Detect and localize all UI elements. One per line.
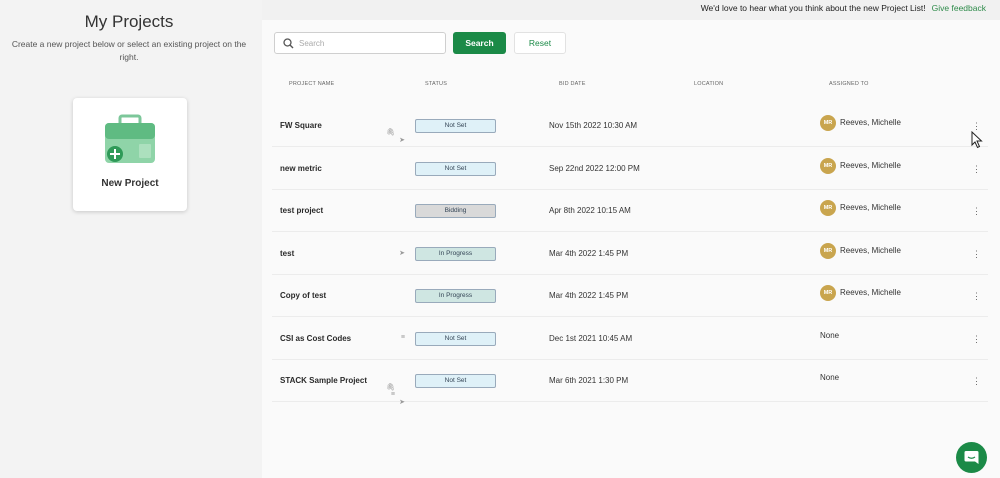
project-name[interactable]: STACK Sample Project — [280, 376, 367, 385]
paperclip-icon-glyph: 🖇 — [386, 384, 397, 391]
send-icon-glyph: ➤ — [399, 137, 407, 144]
table-row[interactable]: test send-icon➤ In Progress Mar 4th 2022 1:… — [272, 234, 988, 275]
search-input[interactable] — [299, 35, 439, 51]
column-header-location[interactable]: LOCATION — [694, 81, 723, 87]
page-title: My Projects — [84, 12, 174, 31]
project-icons: send-icon➤ — [377, 249, 407, 257]
new-project-label: New Project — [101, 178, 159, 189]
assignee-name: None — [820, 373, 840, 382]
mouse-cursor-icon — [971, 131, 983, 149]
assignee-name: Reeves, Michelle — [840, 118, 901, 127]
assignee-name: Reeves, Michelle — [840, 160, 901, 170]
avatar: MR — [820, 200, 836, 216]
table-row[interactable]: Copy of test In Progress Mar 4th 2022 1:45… — [272, 277, 988, 317]
status-badge: Not Set — [415, 119, 496, 133]
paperclip-icon-glyph: 🖇 — [386, 129, 397, 136]
give-feedback-link[interactable]: Give feedback — [932, 3, 986, 13]
briefcase-plus-icon — [105, 114, 155, 163]
chat-bubble-icon — [964, 451, 979, 464]
project-icons: list-icon≡ — [377, 334, 407, 341]
project-name[interactable]: CSI as Cost Codes — [280, 334, 351, 343]
project-name[interactable]: FW Square — [280, 121, 322, 130]
project-name[interactable]: new metric — [280, 164, 322, 173]
assignee-name: Reeves, Michelle — [840, 245, 901, 255]
feedback-message: We'd love to hear what you think about t… — [700, 3, 926, 13]
search-icon — [283, 38, 294, 49]
status-badge: Not Set — [415, 374, 496, 388]
sidebar-subtitle: Create a new project below or select an … — [11, 39, 247, 62]
list-icon-glyph: ≡ — [400, 333, 407, 341]
avatar: MR — [820, 242, 836, 259]
assignee-name: Reeves, Michelle — [840, 203, 901, 212]
more-options-icon[interactable]: ⋮ — [972, 289, 981, 303]
table-row[interactable]: FW Square paperclip-icon🖇send-icon➤ Not Se… — [272, 107, 988, 147]
avatar: MR — [820, 115, 836, 131]
table-row[interactable]: CSI as Cost Codes list-icon≡ Not Set Dec 1s… — [272, 319, 988, 360]
reset-button[interactable]: Reset — [514, 32, 566, 54]
new-project-card[interactable]: New Project — [73, 98, 187, 211]
avatar: MR — [820, 285, 836, 301]
more-options-icon[interactable]: ⋮ — [972, 204, 981, 218]
assignee-name: Reeves, Michelle — [840, 288, 901, 297]
status-badge: In Progress — [415, 246, 496, 261]
bid-date: Dec 1st 2021 10:45 AM — [549, 333, 633, 343]
bid-date: Mar 6th 2021 1:30 PM — [549, 376, 629, 385]
status-badge: Not Set — [415, 331, 496, 346]
list-icon-glyph: ≡ — [390, 391, 397, 398]
more-options-icon[interactable]: ⋮ — [972, 332, 981, 346]
search-box — [274, 32, 446, 54]
assignee-name: None — [820, 330, 840, 340]
bid-date: Nov 15th 2022 10:30 AM — [549, 121, 638, 130]
status-badge: In Progress — [415, 289, 496, 303]
more-options-icon[interactable]: ⋮ — [972, 247, 981, 261]
avatar: MR — [820, 157, 836, 174]
project-icons: paperclip-icon🖇send-icon➤ — [377, 121, 407, 144]
more-options-icon[interactable]: ⋮ — [972, 374, 981, 388]
bid-date: Sep 22nd 2022 12:00 PM — [549, 163, 640, 173]
column-header-bid-date[interactable]: BID DATE — [559, 81, 586, 87]
status-badge: Not Set — [415, 161, 496, 176]
send-icon-glyph: ➤ — [399, 249, 407, 257]
project-list-panel: Search Reset PROJECT NAME STATUS BID DAT… — [262, 20, 1000, 478]
table-row[interactable]: test project Bidding Apr 8th 2022 10:15 AM… — [272, 192, 988, 232]
bid-date: Mar 4th 2022 1:45 PM — [549, 291, 629, 300]
project-name[interactable]: test project — [280, 206, 323, 215]
column-header-assigned-to[interactable]: ASSIGNED TO — [829, 81, 869, 87]
table-row[interactable]: new metric Not Set Sep 22nd 2022 12:00 PM M… — [272, 149, 988, 190]
more-options-icon[interactable]: ⋮ — [972, 162, 981, 176]
bid-date: Mar 4th 2022 1:45 PM — [549, 248, 629, 258]
table-row[interactable]: STACK Sample Project paperclip-icon🖇list-… — [272, 362, 988, 406]
status-badge: Bidding — [415, 204, 496, 218]
column-header-project-name[interactable]: PROJECT NAME — [289, 81, 334, 87]
bid-date: Apr 8th 2022 10:15 AM — [549, 206, 631, 215]
search-button[interactable]: Search — [453, 32, 506, 54]
send-icon-glyph: ➤ — [399, 399, 407, 406]
project-icons: paperclip-icon🖇list-icon≡send-icon➤ — [377, 376, 407, 406]
column-header-status[interactable]: STATUS — [425, 81, 447, 87]
project-name[interactable]: test — [280, 249, 294, 258]
sidebar: My Projects Create a new project below o… — [0, 0, 262, 478]
chat-launcher-button[interactable] — [956, 442, 987, 473]
project-name[interactable]: Copy of test — [280, 291, 326, 300]
